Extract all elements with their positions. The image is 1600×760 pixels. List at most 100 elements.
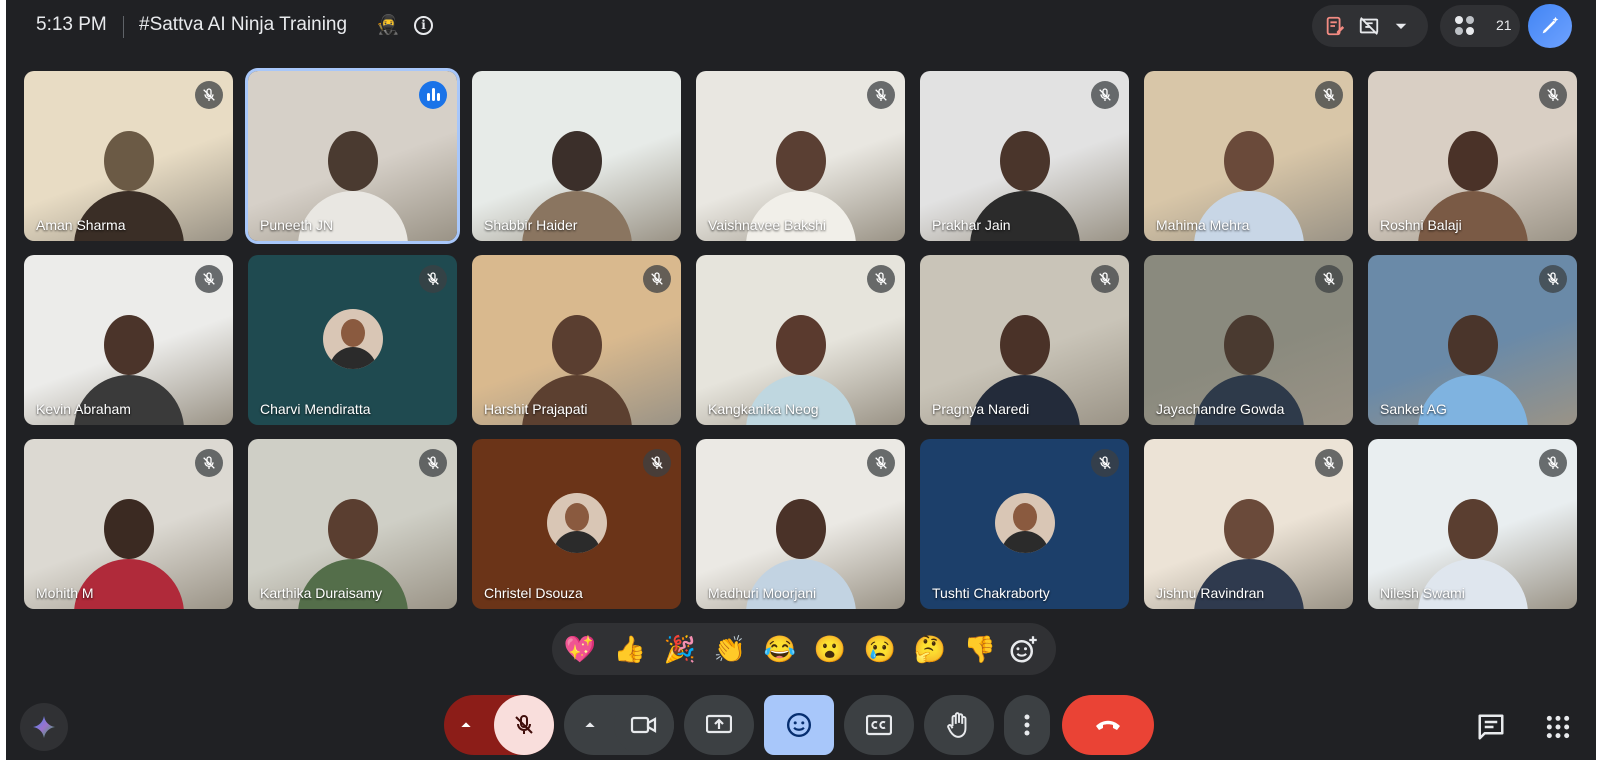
participant-tile[interactable]: Roshni Balaji bbox=[1368, 71, 1577, 241]
reactions-button[interactable] bbox=[764, 695, 834, 755]
captions-icon bbox=[866, 714, 892, 736]
participant-tile[interactable]: Tushti Chakraborty bbox=[920, 439, 1129, 609]
participant-count: 21 bbox=[1496, 17, 1512, 33]
participant-tile[interactable]: Mohith M bbox=[24, 439, 233, 609]
participant-name: Nilesh Swami bbox=[1380, 585, 1465, 601]
muted-mic-icon bbox=[1315, 81, 1343, 109]
participant-name: Puneeth JN bbox=[260, 217, 334, 233]
reaction-emoji[interactable]: 💖 bbox=[562, 633, 598, 665]
captions-button[interactable] bbox=[844, 695, 914, 755]
participant-tile[interactable]: Jishnu Ravindran bbox=[1144, 439, 1353, 609]
notes-icon[interactable] bbox=[1324, 15, 1346, 37]
emoji-icon bbox=[786, 712, 812, 738]
chat-icon[interactable] bbox=[1476, 712, 1506, 742]
participant-name: Harshit Prajapati bbox=[484, 401, 588, 417]
avatar bbox=[546, 493, 607, 553]
participant-name: Jishnu Ravindran bbox=[1156, 585, 1265, 601]
camera-icon bbox=[630, 716, 657, 734]
muted-mic-icon bbox=[1091, 81, 1119, 109]
participant-name: Mahima Mehra bbox=[1156, 217, 1250, 233]
gemini-sparkle-icon bbox=[33, 716, 55, 738]
muted-mic-icon bbox=[643, 449, 671, 477]
participant-name: Jayachandre Gowda bbox=[1156, 401, 1285, 417]
ai-assist-button[interactable] bbox=[1528, 4, 1572, 48]
muted-mic-icon bbox=[419, 449, 447, 477]
participant-tile[interactable]: Mahima Mehra bbox=[1144, 71, 1353, 241]
layout-off-icon[interactable] bbox=[1358, 15, 1380, 37]
muted-mic-icon bbox=[1091, 265, 1119, 293]
muted-mic-icon bbox=[195, 81, 223, 109]
reaction-emoji[interactable]: 👏 bbox=[712, 633, 748, 665]
participant-tile[interactable]: Harshit Prajapati bbox=[472, 255, 681, 425]
gemini-button[interactable] bbox=[20, 703, 68, 751]
muted-mic-icon bbox=[1539, 81, 1567, 109]
avatar bbox=[322, 309, 383, 369]
reaction-emoji[interactable]: 👎 bbox=[962, 633, 998, 665]
mic-off-icon bbox=[515, 715, 533, 734]
leave-call-icon bbox=[1096, 720, 1120, 730]
participant-name: Prakhar Jain bbox=[932, 217, 1011, 233]
muted-mic-icon bbox=[195, 265, 223, 293]
muted-mic-icon bbox=[419, 265, 447, 293]
reaction-emoji[interactable]: 🤔 bbox=[912, 633, 948, 665]
more-options-button[interactable] bbox=[1004, 695, 1050, 755]
apps-grid-icon[interactable] bbox=[1545, 714, 1571, 740]
raise-hand-icon bbox=[947, 712, 967, 738]
muted-mic-icon bbox=[643, 265, 671, 293]
muted-mic-icon bbox=[1315, 449, 1343, 477]
people-icon bbox=[1455, 16, 1474, 35]
participant-tile[interactable]: Madhuri Moorjani bbox=[696, 439, 905, 609]
chevron-down-icon[interactable] bbox=[1392, 17, 1410, 35]
participant-name: Christel Dsouza bbox=[484, 585, 583, 601]
reaction-emoji[interactable]: 👍 bbox=[612, 633, 648, 665]
pen-sparkle-icon bbox=[1542, 16, 1559, 34]
participant-tile[interactable]: Vaishnavee Bakshi bbox=[696, 71, 905, 241]
participant-name: Roshni Balaji bbox=[1380, 217, 1462, 233]
reaction-emoji[interactable]: 😢 bbox=[862, 633, 898, 665]
meet-window: 5:13 PM #Sattva AI Ninja Training 🥷 i 21 bbox=[6, 0, 1596, 760]
present-screen-icon bbox=[706, 714, 732, 734]
participant-tile[interactable]: Karthika Duraisamy bbox=[248, 439, 457, 609]
avatar bbox=[994, 493, 1055, 553]
reaction-emoji[interactable]: 🎉 bbox=[662, 633, 698, 665]
participant-name: Mohith M bbox=[36, 585, 94, 601]
participant-tile[interactable]: Prakhar Jain bbox=[920, 71, 1129, 241]
participant-tile[interactable]: Nilesh Swami bbox=[1368, 439, 1577, 609]
host-tools-pill[interactable] bbox=[1312, 5, 1428, 47]
participant-tile[interactable]: Christel Dsouza bbox=[472, 439, 681, 609]
participant-tile[interactable]: Jayachandre Gowda bbox=[1144, 255, 1353, 425]
raise-hand-button[interactable] bbox=[924, 695, 994, 755]
participant-name: Vaishnavee Bakshi bbox=[708, 217, 827, 233]
participant-tile[interactable]: Charvi Mendiratta bbox=[248, 255, 457, 425]
add-emoji-icon[interactable] bbox=[1008, 635, 1038, 665]
participant-tile[interactable]: Kevin Abraham bbox=[24, 255, 233, 425]
participant-name: Tushti Chakraborty bbox=[932, 585, 1050, 601]
participant-name: Kevin Abraham bbox=[36, 401, 131, 417]
muted-mic-icon bbox=[867, 265, 895, 293]
info-icon[interactable]: i bbox=[414, 16, 433, 35]
participant-tile[interactable]: Puneeth JN bbox=[248, 71, 457, 241]
camera-toggle-button[interactable] bbox=[614, 695, 674, 755]
muted-mic-icon bbox=[867, 449, 895, 477]
leave-call-button[interactable] bbox=[1062, 695, 1154, 755]
participant-tile[interactable]: Aman Sharma bbox=[24, 71, 233, 241]
participant-name: Pragnya Naredi bbox=[932, 401, 1030, 417]
speaking-indicator-icon bbox=[419, 81, 447, 109]
meeting-time: 5:13 PM bbox=[36, 14, 107, 35]
participant-name: Aman Sharma bbox=[36, 217, 126, 233]
participant-name: Kangkanika Neog bbox=[708, 401, 819, 417]
camera-options-chevron-icon[interactable] bbox=[582, 717, 598, 733]
participant-name: Charvi Mendiratta bbox=[260, 401, 371, 417]
mic-toggle-button[interactable] bbox=[494, 695, 554, 755]
more-options-icon bbox=[1024, 714, 1030, 736]
participant-tile[interactable]: Kangkanika Neog bbox=[696, 255, 905, 425]
participant-tile[interactable]: Pragnya Naredi bbox=[920, 255, 1129, 425]
participant-tile[interactable]: Shabbir Haider bbox=[472, 71, 681, 241]
muted-mic-icon bbox=[1539, 265, 1567, 293]
participant-tile[interactable]: Sanket AG bbox=[1368, 255, 1577, 425]
reaction-emoji[interactable]: 😂 bbox=[762, 633, 798, 665]
present-button[interactable] bbox=[684, 695, 754, 755]
mic-options-chevron-icon[interactable] bbox=[458, 717, 474, 733]
muted-mic-icon bbox=[1539, 449, 1567, 477]
reaction-emoji[interactable]: 😮 bbox=[812, 633, 848, 665]
